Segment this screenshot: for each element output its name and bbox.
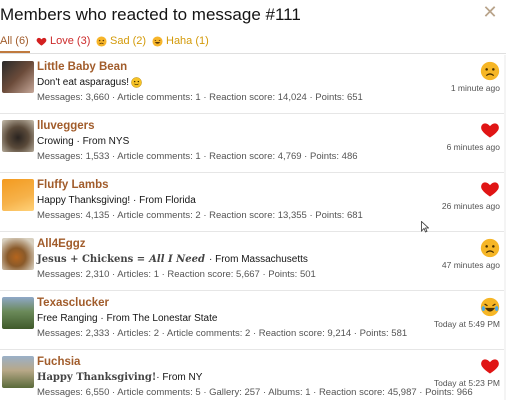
member-title: Jesus + Chickens = All I Need · From Mas… [37,254,308,265]
member-title: Crowing · From NYS [37,136,130,147]
avatar[interactable] [2,61,34,93]
list-item: All4Eggz Jesus + Chickens = All I Need ·… [0,232,506,291]
reaction-time: Today at 5:23 PM [433,378,500,388]
sad-face-icon [480,61,500,81]
reaction-time: 47 minutes ago [441,260,500,270]
sad-face-icon [480,238,500,258]
list-item: Texasclucker Free Ranging · From The Lon… [0,291,506,350]
tab-haha[interactable]: Haha (1) [152,35,209,47]
laughing-face-icon [152,35,163,47]
list-item: Fuchsia Happy Thanksgiving! · From NY Me… [0,350,506,400]
avatar[interactable] [2,356,34,388]
member-stats: Messages: 2,310 · Articles: 1 · Reaction… [37,269,316,280]
tab-love[interactable]: Love (3) [36,35,90,47]
reaction-tabs: All (6) Love (3) Sad (2) Haha (1) [0,30,506,54]
member-name[interactable]: lluveggers [37,120,95,132]
tab-all[interactable]: All (6) [0,35,29,47]
member-title: Happy Thanksgiving! · From Florida [37,195,196,206]
list-item: Fluffy Lambs Happy Thanksgiving! · From … [0,173,506,232]
close-icon[interactable]: ✕ [482,3,498,21]
member-stats: Messages: 6,550 · Article comments: 5 · … [37,387,473,398]
dialog-header: Members who reacted to message #111 ✕ [0,0,506,30]
member-name[interactable]: All4Eggz [37,238,86,250]
tab-love-label: Love (3) [50,35,91,47]
member-stats: Messages: 1,533 · Article comments: 1 · … [37,151,358,162]
active-tab-indicator [0,51,30,53]
member-title: Free Ranging · From The Lonestar State [37,313,218,324]
member-name[interactable]: Little Baby Bean [37,61,127,73]
list-item: lluveggers Crowing · From NYS Messages: … [0,114,506,173]
reaction-time: 6 minutes ago [446,142,500,152]
member-stats: Messages: 2,333 · Articles: 2 · Article … [37,328,408,339]
avatar[interactable] [2,297,34,329]
avatar[interactable] [2,179,34,211]
sad-face-icon [96,35,107,47]
reaction-time: 1 minute ago [450,83,500,93]
heart-icon [481,123,499,138]
reaction-time: Today at 5:49 PM [433,319,500,329]
member-name[interactable]: Fuchsia [37,356,80,368]
member-stats: Messages: 4,135 · Article comments: 2 · … [37,210,363,221]
list-item: Little Baby Bean Don't eat asparagus! Me… [0,55,506,114]
member-title: Don't eat asparagus! [37,77,142,88]
heart-icon [481,182,499,197]
tab-sad-label: Sad (2) [110,35,147,47]
dialog-title: Members who reacted to message #111 [0,5,301,24]
avatar[interactable] [2,238,34,270]
member-name[interactable]: Texasclucker [37,297,109,309]
reactions-dialog: Members who reacted to message #111 ✕ Al… [0,0,506,400]
mouse-cursor-icon [421,221,429,233]
tab-all-label: All (6) [0,35,29,47]
tab-haha-label: Haha (1) [166,35,209,47]
heart-icon [481,359,499,374]
tab-sad[interactable]: Sad (2) [96,35,146,47]
member-name[interactable]: Fluffy Lambs [37,179,109,191]
slight-smile-icon [131,77,142,88]
reaction-time: 26 minutes ago [441,201,500,211]
member-title: Happy Thanksgiving! · From NY [37,372,203,383]
member-stats: Messages: 3,660 · Article comments: 1 · … [37,92,363,103]
avatar[interactable] [2,120,34,152]
heart-icon [36,37,47,46]
laughing-face-icon [480,297,500,317]
